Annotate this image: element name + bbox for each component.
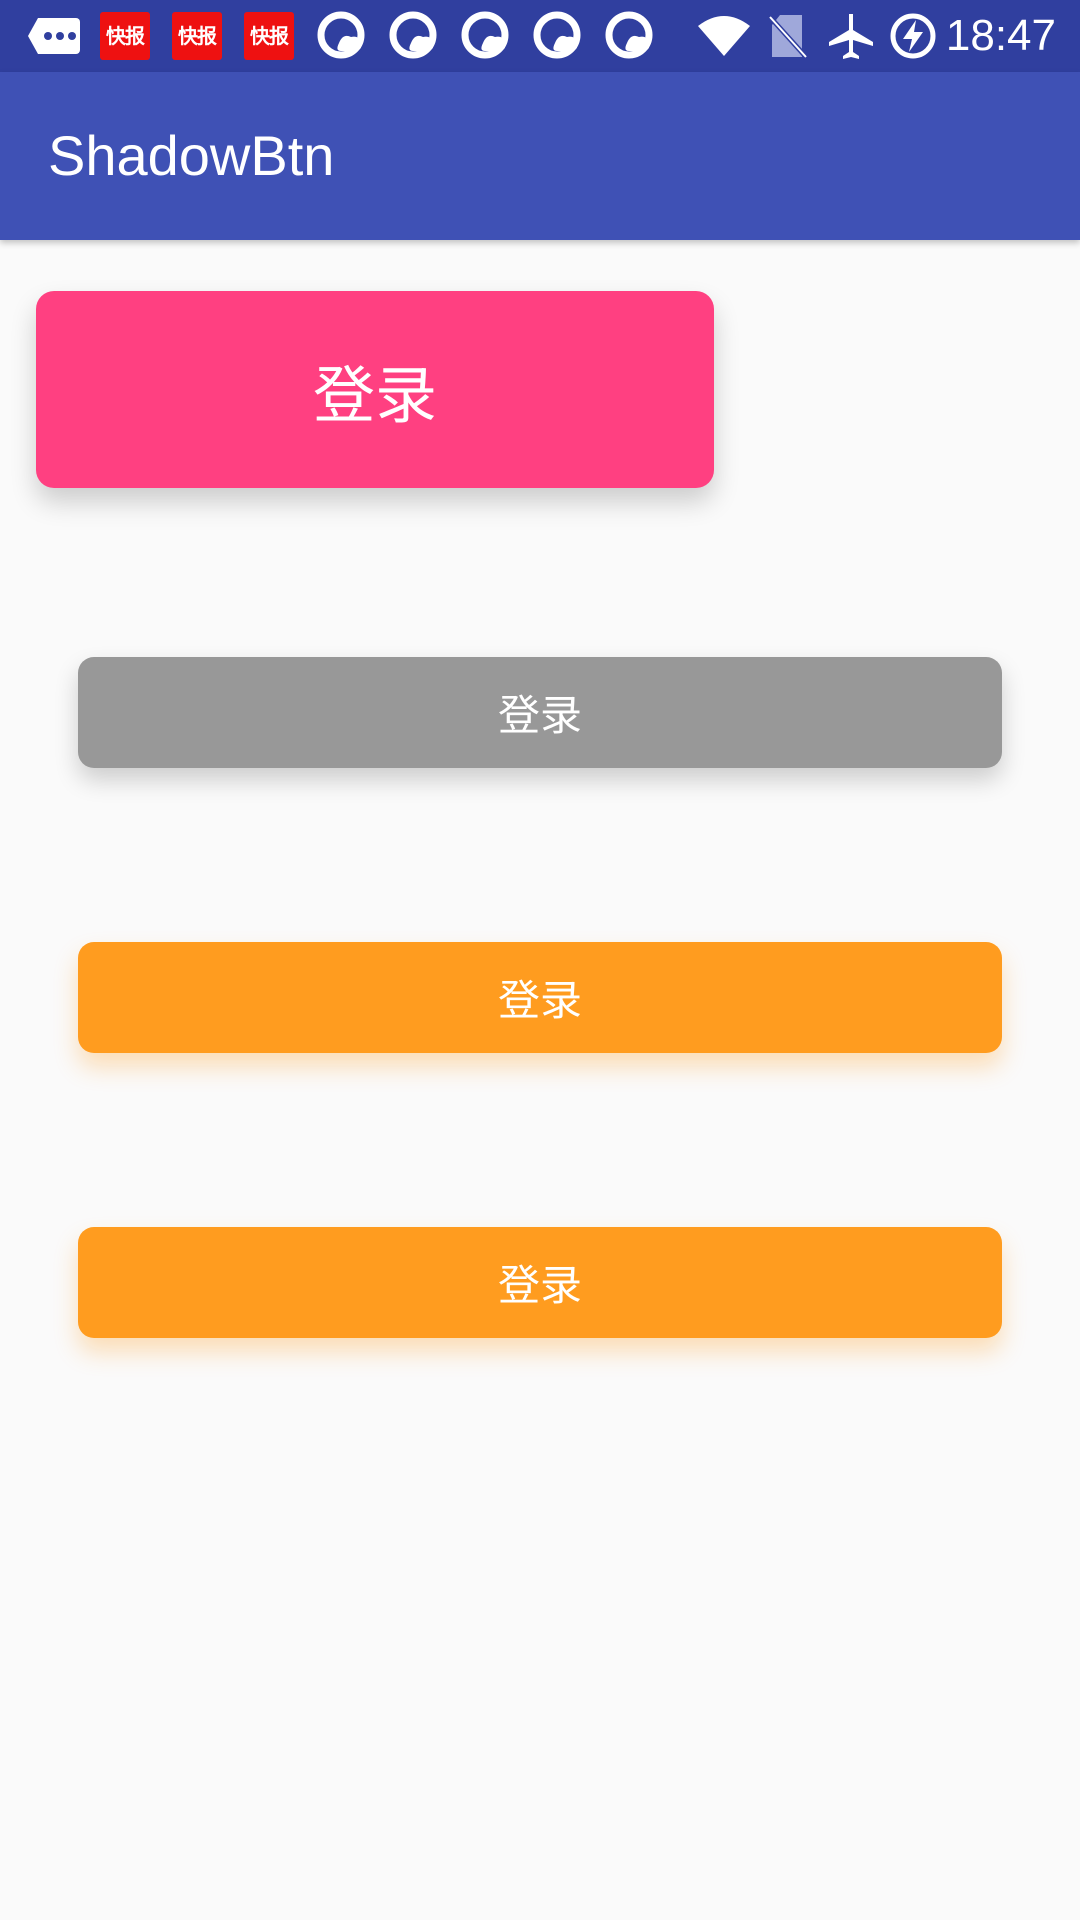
no-sim-icon <box>766 0 810 72</box>
news-icon: 快报 <box>172 0 222 72</box>
q-app-icon <box>604 0 656 72</box>
news-badge-label: 快报 <box>100 12 150 60</box>
battery-charging-icon <box>888 0 938 72</box>
login-button-orange-1[interactable]: 登录 <box>78 942 1002 1053</box>
q-app-icon <box>532 0 584 72</box>
news-badge-label: 快报 <box>172 12 222 60</box>
news-icon: 快报 <box>244 0 294 72</box>
wifi-icon <box>694 0 754 72</box>
clock: 18:47 <box>945 11 1056 60</box>
news-badge-label: 快报 <box>244 12 294 60</box>
q-app-icon <box>388 0 440 72</box>
app-title: ShadowBtn <box>48 124 335 187</box>
airplane-mode-icon <box>826 0 876 72</box>
news-icon: 快报 <box>100 0 150 72</box>
q-app-icon <box>460 0 512 72</box>
login-button-orange-2[interactable]: 登录 <box>78 1227 1002 1338</box>
q-app-icon <box>316 0 368 72</box>
login-button-gray[interactable]: 登录 <box>78 657 1002 768</box>
status-bar: 快报 快报 快报 18:47 <box>0 0 1080 72</box>
login-button-pink[interactable]: 登录 <box>36 291 714 488</box>
message-icon <box>26 0 82 72</box>
app-bar: ShadowBtn <box>0 72 1080 240</box>
